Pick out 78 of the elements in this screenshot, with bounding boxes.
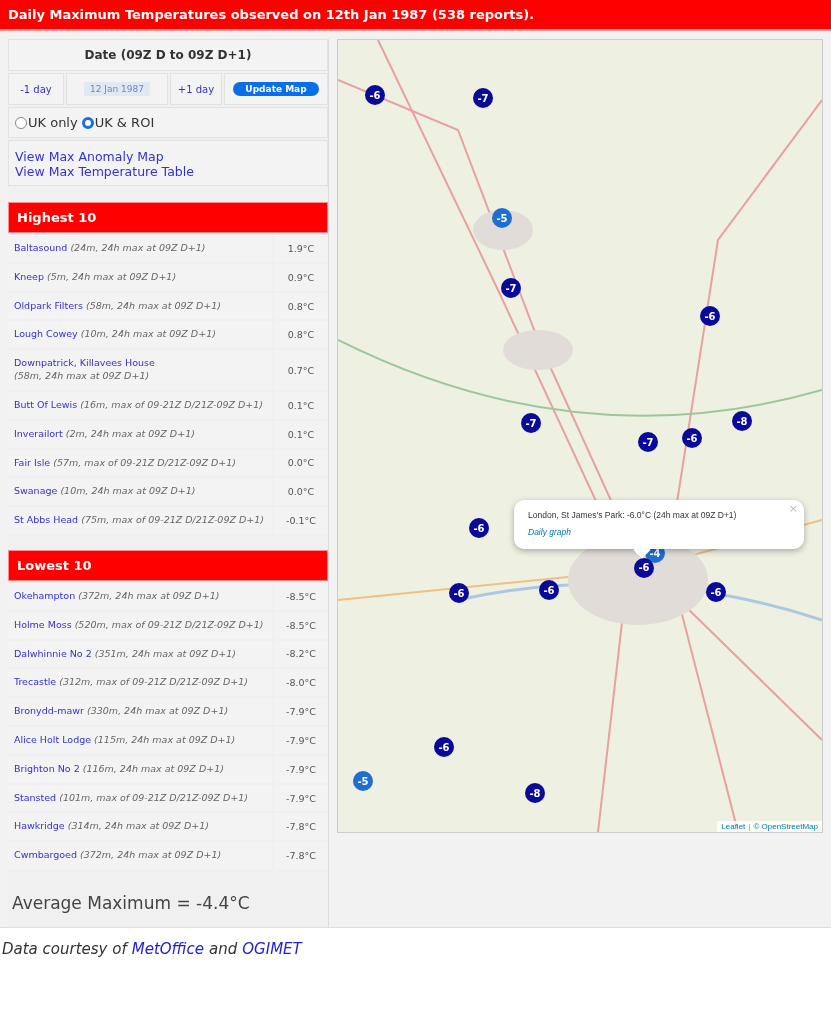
- radio-label: UK only: [28, 115, 78, 130]
- station-detail: (520m, max of 09-21Z D/21Z-09Z D+1): [74, 618, 264, 630]
- station-link[interactable]: Downpatrick, Killavees House: [14, 357, 155, 369]
- station-link[interactable]: Lough Cowey: [14, 328, 78, 340]
- popup-text: London, St James's Park: -6.0°C (24h max at 09Z D+1): [528, 510, 738, 520]
- table-heading: Highest 10: [8, 202, 328, 233]
- view-link[interactable]: View Max Anomaly Map: [15, 149, 321, 164]
- temperature-marker[interactable]: -6: [706, 582, 726, 602]
- station-link[interactable]: Butt Of Lewis: [14, 398, 78, 410]
- footer-text: Data courtesy of: [2, 940, 127, 959]
- temperature-marker[interactable]: -6: [365, 85, 385, 105]
- station-link[interactable]: Dalwhinnie No 2: [14, 647, 92, 659]
- temperature-marker[interactable]: -6: [539, 580, 559, 600]
- temperature-marker[interactable]: -6: [449, 583, 469, 603]
- table-heading: Lowest 10: [8, 549, 328, 581]
- station-link[interactable]: Cwmbargoed: [14, 849, 77, 861]
- temperature-marker[interactable]: -8: [525, 783, 545, 803]
- station-detail: (372m, 24h max at 09Z D+1): [78, 589, 220, 601]
- station-link[interactable]: Hawkridge: [14, 820, 65, 832]
- temperature-marker[interactable]: -5: [353, 771, 373, 791]
- station-link[interactable]: Okehampton: [14, 589, 76, 601]
- map-view[interactable]: -6 -7 -5 -7 -6 -7 -8 -7 -6 -6 -4 -6 -6 -6 -6 -6 -5 -8 × London, St James's Park: -6.0°C (24h max at 09Z D+1) Daily graph Leaflet | © OpenStreetMap: [337, 39, 823, 833]
- station-link[interactable]: Oldpark Filters: [14, 299, 83, 311]
- temperature-marker[interactable]: -7: [521, 413, 541, 433]
- station-detail: (312m, max of 09-21Z D/21Z-09Z D+1): [59, 676, 249, 688]
- station-detail: (116m, 24h max at 09Z D+1): [82, 762, 224, 774]
- attribution-separator: |: [748, 822, 751, 831]
- station-link[interactable]: Kneep: [14, 270, 44, 282]
- temperature-marker[interactable]: -7: [638, 432, 658, 452]
- station-detail: (330m, 24h max at 09Z D+1): [86, 705, 229, 717]
- station-link[interactable]: Bronydd-mawr: [14, 705, 84, 717]
- station-detail: (5m, 24h max at 09Z D+1): [47, 270, 177, 282]
- station-link[interactable]: Stansted: [14, 791, 57, 803]
- station-detail: (351m, 24h max at 09Z D+1): [94, 647, 236, 659]
- attribution-link[interactable]: © OpenStreetMap: [753, 822, 818, 831]
- station-detail: (24m, 24h max at 09Z D+1): [70, 242, 206, 253]
- station-detail: (314m, 24h max at 09Z D+1): [67, 820, 209, 832]
- update-map-button[interactable]: Update Map: [233, 82, 319, 96]
- station-detail: (10m, 24h max at 09Z D+1): [80, 328, 216, 340]
- daily-graph-link[interactable]: Daily graph: [528, 527, 571, 537]
- station-link[interactable]: Baltasound: [14, 242, 68, 253]
- date-heading: Date (09Z D to 09Z D+1): [8, 39, 328, 71]
- ogimet-link[interactable]: OGIMET: [242, 940, 302, 959]
- temperature-marker[interactable]: -7: [501, 278, 521, 298]
- temperature-marker[interactable]: -8: [732, 411, 752, 431]
- station-link[interactable]: St Abbs Head: [14, 514, 79, 526]
- temperature-marker[interactable]: -6: [469, 518, 489, 538]
- station-detail: (101m, max of 09-21Z D/21Z-09Z D+1): [59, 791, 249, 803]
- station-link[interactable]: Fair Isle: [14, 456, 51, 468]
- station-detail: (16m, max of 09-21Z D/21Z-09Z D+1): [80, 398, 264, 410]
- station-link[interactable]: Inverailort: [14, 427, 63, 439]
- station-detail: (10m, 24h max at 09Z D+1): [60, 485, 196, 497]
- station-link[interactable]: Swanage: [14, 485, 58, 497]
- radio-button[interactable]: [81, 116, 94, 129]
- temperature-marker[interactable]: -5: [492, 208, 512, 228]
- station-link[interactable]: Alice Holt Lodge: [14, 734, 92, 745]
- station-detail: (58m, 24h max at 09Z D+1): [85, 299, 222, 311]
- radio-button[interactable]: [15, 116, 27, 129]
- station-detail: (2m, 24h max at 09Z D+1): [65, 427, 195, 439]
- station-detail: (57m, max of 09-21Z D/21Z-09Z D+1): [53, 456, 237, 468]
- station-link[interactable]: Brighton No 2: [14, 762, 80, 774]
- average-maximum: Average Maximum = -4.4°C: [12, 893, 251, 914]
- view-link[interactable]: View Max Temperature Table: [15, 164, 321, 179]
- station-detail: (58m, 24h max at 09Z D+1): [14, 370, 150, 382]
- temperature-marker[interactable]: -6: [682, 428, 702, 448]
- metoffice-link[interactable]: MetOffice: [131, 940, 205, 959]
- temperature-marker[interactable]: -6: [700, 306, 720, 326]
- temperature-marker[interactable]: -6: [434, 737, 454, 757]
- station-detail: (372m, 24h max at 09Z D+1): [80, 849, 222, 861]
- station-detail: (115m, 24h max at 09Z D+1): [94, 734, 236, 745]
- station-detail: (75m, max of 09-21Z D/21Z-09Z D+1): [81, 514, 264, 526]
- station-link[interactable]: Holme Moss: [14, 618, 72, 630]
- footer-text: and: [209, 940, 238, 959]
- radio-label: UK & ROI: [94, 115, 155, 130]
- station-link[interactable]: Trecastle: [14, 676, 57, 688]
- page-title: Daily Maximum Temperatures observed on 12th Jan 1987 (538 reports).: [0, 0, 831, 31]
- attribution-link[interactable]: Leaflet: [721, 822, 746, 831]
- temperature-marker[interactable]: -7: [473, 88, 493, 108]
